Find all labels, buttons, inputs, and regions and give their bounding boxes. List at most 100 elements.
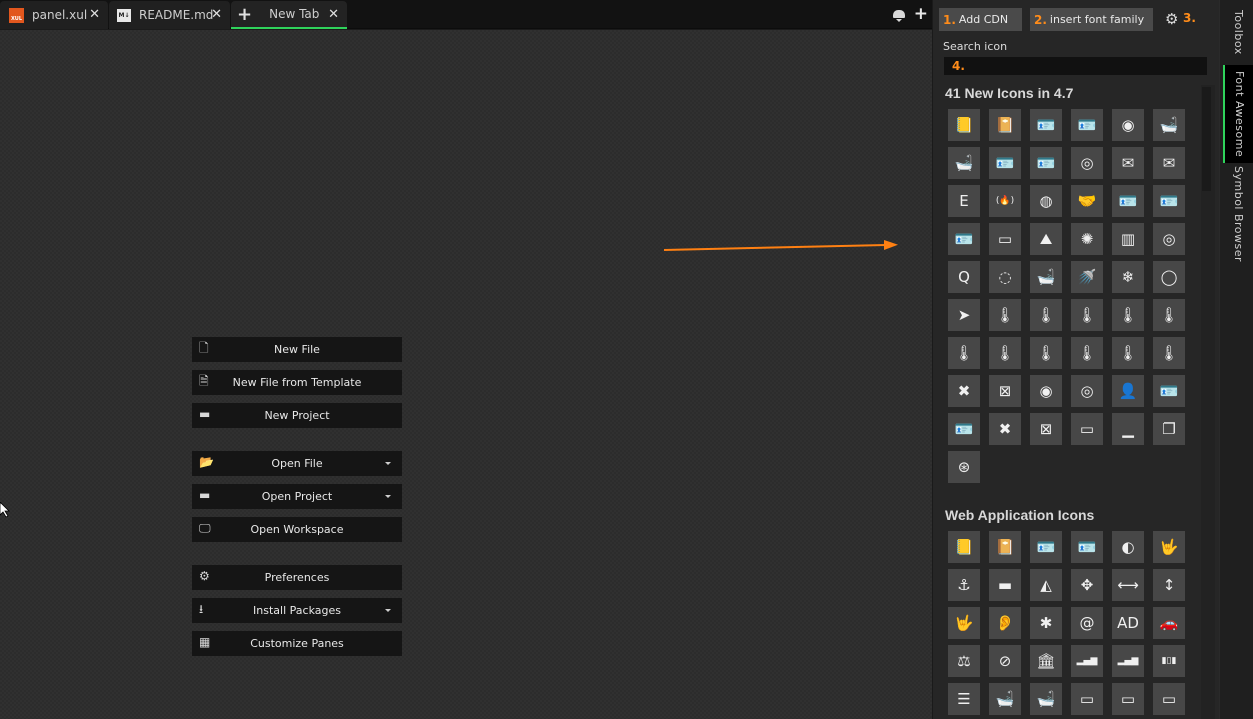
user-circle-o-icon[interactable]: ◎ <box>1071 375 1103 407</box>
times-rectangle-icon[interactable]: ✖ <box>948 375 980 407</box>
address-book-icon[interactable]: 📒 <box>948 531 980 563</box>
envelope-open-o-icon[interactable]: ✉ <box>1153 147 1185 179</box>
american-sign-language-interpreting-icon[interactable]: 🤟 <box>1153 531 1185 563</box>
microchip-icon[interactable]: ▥ <box>1112 223 1144 255</box>
address-card-o-icon[interactable]: 🪪 <box>1071 531 1103 563</box>
thermometer-0-icon[interactable]: 🌡 <box>1030 299 1062 331</box>
bars-icon[interactable]: ☰ <box>948 683 980 715</box>
window-close-icon[interactable]: ✖ <box>989 413 1021 445</box>
vcard-o-icon[interactable]: 🪪 <box>948 413 980 445</box>
address-card-icon[interactable]: 🪪 <box>1030 531 1062 563</box>
assistive-listening-systems-icon[interactable]: 👂 <box>989 607 1021 639</box>
user-o-icon[interactable]: 👤 <box>1112 375 1144 407</box>
bath-icon[interactable]: 🛁 <box>989 683 1021 715</box>
ravelry-icon[interactable]: ◌ <box>989 261 1021 293</box>
notifications-icon[interactable] <box>892 10 905 22</box>
barcode-icon[interactable]: ▮▯▮ <box>1153 645 1185 677</box>
superpowers-icon[interactable]: ◯ <box>1153 261 1185 293</box>
adjust-icon[interactable]: ◐ <box>1112 531 1144 563</box>
tab-new-tab[interactable]: + New Tab ✕ <box>231 1 347 29</box>
at-icon[interactable]: @ <box>1071 607 1103 639</box>
bathtub-icon[interactable]: 🛁 <box>1030 683 1062 715</box>
settings-gear-icon[interactable]: ⚙ <box>1165 10 1178 28</box>
window-restore-icon[interactable]: ❐ <box>1153 413 1185 445</box>
arrows-icon[interactable]: ✥ <box>1071 569 1103 601</box>
close-icon[interactable]: ✕ <box>328 7 339 22</box>
close-icon[interactable]: ✕ <box>89 7 100 22</box>
open-workspace-button[interactable]: 🖵 Open Workspace <box>192 517 402 542</box>
address-book-o-icon[interactable]: 📔 <box>989 531 1021 563</box>
bar-chart-o-icon[interactable]: ▂▄▆ <box>1112 645 1144 677</box>
area-chart-icon[interactable]: ◭ <box>1030 569 1062 601</box>
eercast-icon[interactable]: ◎ <box>1071 147 1103 179</box>
id-badge-icon[interactable]: 🪪 <box>1112 185 1144 217</box>
anchor-icon[interactable]: ⚓ <box>948 569 980 601</box>
thermometer-icon[interactable]: 🌡 <box>989 299 1021 331</box>
side-tab-symbol-browser[interactable]: Symbol Browser <box>1223 164 1253 264</box>
thermometer-4-icon[interactable]: 🌡 <box>948 337 980 369</box>
thermometer-empty-icon[interactable]: 🌡 <box>989 337 1021 369</box>
free-code-camp-icon[interactable]: (🔥) <box>989 185 1021 217</box>
install-packages-button[interactable]: ⭳ Install Packages <box>192 598 402 623</box>
customize-panes-button[interactable]: ▦ Customize Panes <box>192 631 402 656</box>
search-icon-input[interactable]: 4. <box>944 57 1207 75</box>
s15-icon[interactable]: 🛁 <box>1030 261 1062 293</box>
tab-readme-md[interactable]: M↓ README.md ✕ <box>109 1 230 29</box>
balance-scale-icon[interactable]: ⚖ <box>948 645 980 677</box>
imdb-icon[interactable]: ▭ <box>989 223 1021 255</box>
thermometer-full-icon[interactable]: 🌡 <box>1030 337 1062 369</box>
meetup-icon[interactable]: ✺ <box>1071 223 1103 255</box>
insert-font-family-button[interactable]: 2. insert font family <box>1030 8 1153 31</box>
arrows-v-icon[interactable]: ↕ <box>1153 569 1185 601</box>
thermometer-half-icon[interactable]: 🌡 <box>1071 337 1103 369</box>
etsy-icon[interactable]: E <box>948 185 980 217</box>
bandcamp-icon[interactable]: ◉ <box>1112 109 1144 141</box>
id-card-icon[interactable]: 🪪 <box>1153 185 1185 217</box>
linode-icon[interactable]: ⛰ <box>1030 223 1062 255</box>
user-circle-icon[interactable]: ◉ <box>1030 375 1062 407</box>
bath-icon[interactable]: 🛁 <box>1153 109 1185 141</box>
envelope-open-icon[interactable]: ✉ <box>1112 147 1144 179</box>
open-file-button[interactable]: 📂 Open File <box>192 451 402 476</box>
window-maximize-icon[interactable]: ▭ <box>1071 413 1103 445</box>
battery-icon[interactable]: ▭ <box>1071 683 1103 715</box>
preferences-button[interactable]: ⚙ Preferences <box>192 565 402 590</box>
quora-icon[interactable]: Q <box>948 261 980 293</box>
audio-description-icon[interactable]: AD <box>1112 607 1144 639</box>
new-project-button[interactable]: ▬ New Project <box>192 403 402 428</box>
bathtub-icon[interactable]: 🛁 <box>948 147 980 179</box>
wpexplorer-icon[interactable]: ⊛ <box>948 451 980 483</box>
asterisk-icon[interactable]: ✱ <box>1030 607 1062 639</box>
telegram-icon[interactable]: ➤ <box>948 299 980 331</box>
battery-1-icon[interactable]: ▭ <box>1153 683 1185 715</box>
address-book-o-icon[interactable]: 📔 <box>989 109 1021 141</box>
side-tab-toolbox[interactable]: Toolbox <box>1223 0 1253 64</box>
scrollbar-thumb[interactable] <box>1202 87 1211 191</box>
podcast-icon[interactable]: ◎ <box>1153 223 1185 255</box>
thermometer-3-icon[interactable]: 🌡 <box>1153 299 1185 331</box>
times-rectangle-o-icon[interactable]: ⊠ <box>989 375 1021 407</box>
snowflake-o-icon[interactable]: ❄ <box>1112 261 1144 293</box>
thermometer-1-icon[interactable]: 🌡 <box>1071 299 1103 331</box>
thermometer-2-icon[interactable]: 🌡 <box>1112 299 1144 331</box>
address-card-icon[interactable]: 🪪 <box>1030 109 1062 141</box>
dropdown-caret-icon[interactable] <box>385 609 391 612</box>
new-file-from-template-button[interactable]: 🗎 New File from Template <box>192 370 402 395</box>
address-card-o-icon[interactable]: 🪪 <box>1071 109 1103 141</box>
bar-chart-icon[interactable]: ▂▄▆ <box>1071 645 1103 677</box>
id-card-o-icon[interactable]: 🪪 <box>948 223 980 255</box>
side-tab-font-awesome[interactable]: Font Awesome <box>1223 65 1253 163</box>
new-file-button[interactable]: 🗋 New File <box>192 337 402 362</box>
drivers-license-icon[interactable]: 🪪 <box>989 147 1021 179</box>
shower-icon[interactable]: 🚿 <box>1071 261 1103 293</box>
battery-0-icon[interactable]: ▭ <box>1112 683 1144 715</box>
close-icon[interactable]: ✕ <box>211 7 222 22</box>
add-cdn-button[interactable]: 1. Add CDN <box>939 8 1022 31</box>
vcard-icon[interactable]: 🪪 <box>1153 375 1185 407</box>
dropdown-caret-icon[interactable] <box>385 462 391 465</box>
new-tab-icon[interactable]: + <box>914 6 928 23</box>
tab-panel-xul[interactable]: XUL panel.xul ✕ <box>0 1 108 29</box>
thermometer-three-quarters-icon[interactable]: 🌡 <box>1153 337 1185 369</box>
address-book-icon[interactable]: 📒 <box>948 109 980 141</box>
grav-icon[interactable]: ◍ <box>1030 185 1062 217</box>
